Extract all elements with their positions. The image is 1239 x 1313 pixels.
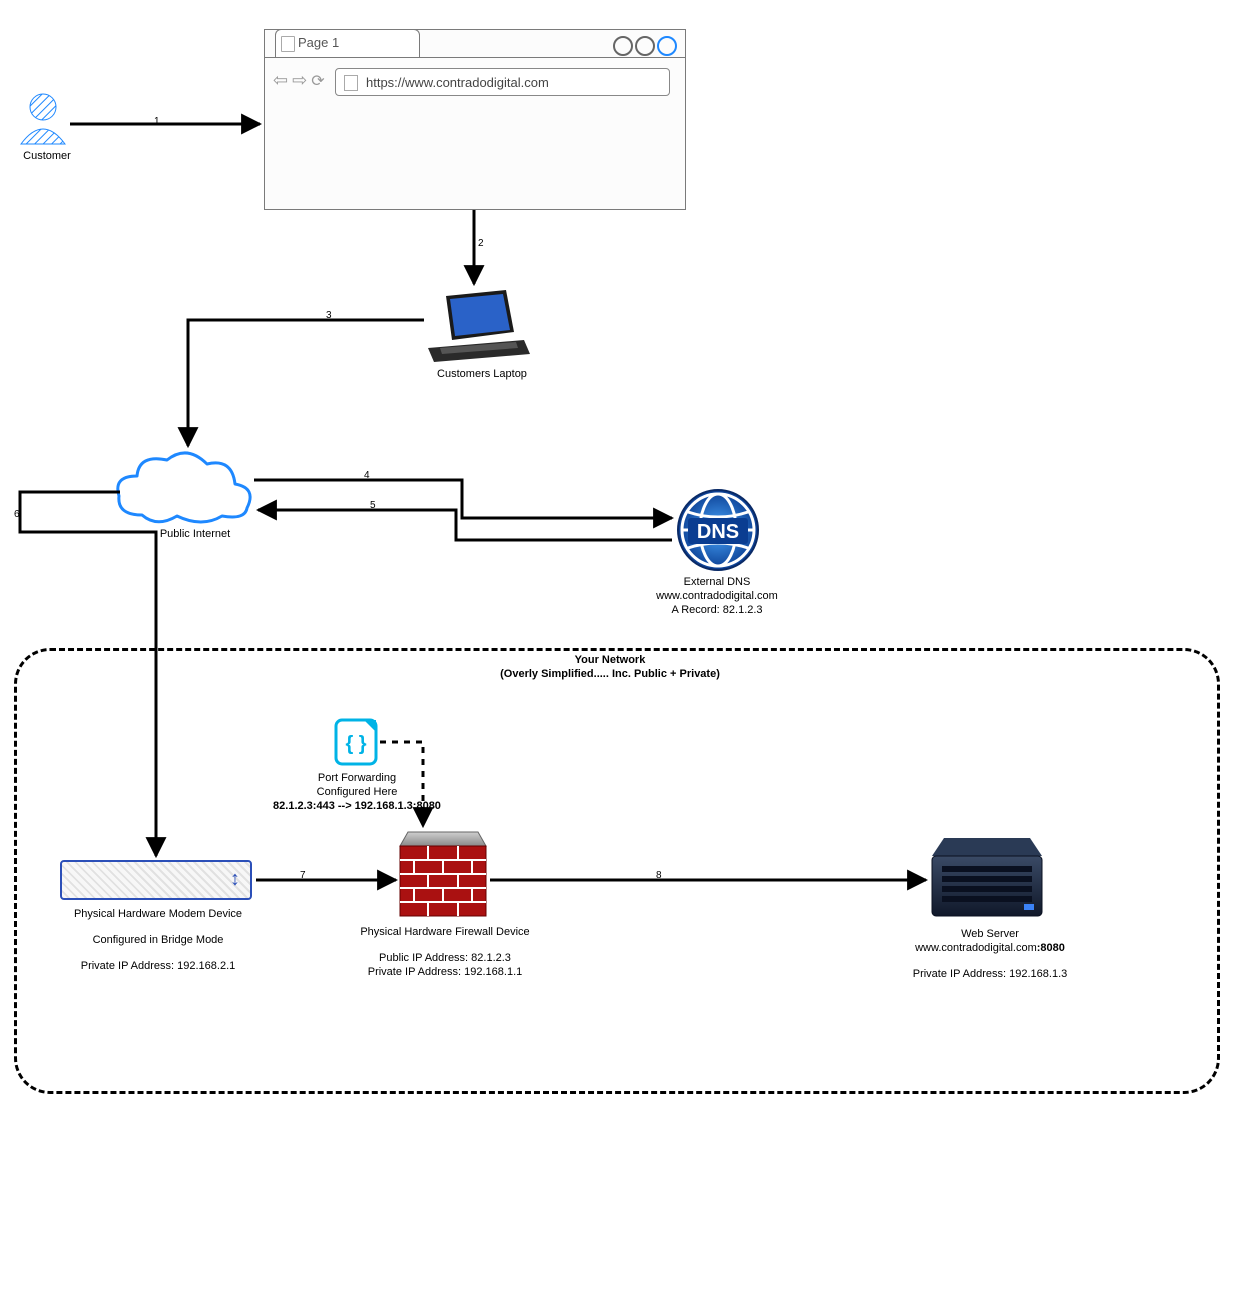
tab-label: Page 1 bbox=[298, 35, 339, 50]
laptop-label: Customers Laptop bbox=[422, 368, 542, 382]
customer-icon bbox=[21, 94, 65, 144]
dns-icon: DNS bbox=[678, 490, 758, 570]
step-3: 3 bbox=[326, 310, 332, 321]
forward-icon[interactable]: ⇨ bbox=[292, 70, 307, 91]
address-bar[interactable] bbox=[335, 68, 670, 96]
window-control-icon[interactable] bbox=[657, 36, 677, 56]
dns-domain: www.contradodigital.com bbox=[642, 590, 792, 604]
dns-title: External DNS bbox=[642, 576, 792, 590]
step-2: 2 bbox=[478, 238, 484, 249]
page-icon bbox=[344, 75, 358, 91]
step-5: 5 bbox=[370, 500, 376, 511]
modem-device: ↕ bbox=[60, 860, 252, 900]
window-control-icon[interactable] bbox=[613, 36, 633, 56]
laptop-icon bbox=[428, 290, 530, 362]
url-input[interactable] bbox=[364, 74, 669, 91]
browser-window: Page 1 ⇦ ⇨ ⟳ bbox=[264, 29, 686, 210]
step-6: 6 bbox=[14, 509, 20, 520]
cloud-icon bbox=[118, 453, 250, 522]
updown-icon: ↕ bbox=[230, 868, 240, 891]
reload-icon[interactable]: ⟳ bbox=[311, 71, 324, 91]
back-icon[interactable]: ⇦ bbox=[273, 70, 288, 91]
internet-label: Public Internet bbox=[140, 528, 250, 542]
svg-text:DNS: DNS bbox=[697, 521, 739, 543]
window-control-icon[interactable] bbox=[635, 36, 655, 56]
browser-tab[interactable]: Page 1 bbox=[275, 29, 420, 57]
customer-label: Customer bbox=[22, 150, 72, 164]
step-4: 4 bbox=[364, 470, 370, 481]
dns-record: A Record: 82.1.2.3 bbox=[642, 604, 792, 618]
tab-page-icon bbox=[281, 36, 295, 52]
step-1: 1 bbox=[154, 116, 160, 127]
